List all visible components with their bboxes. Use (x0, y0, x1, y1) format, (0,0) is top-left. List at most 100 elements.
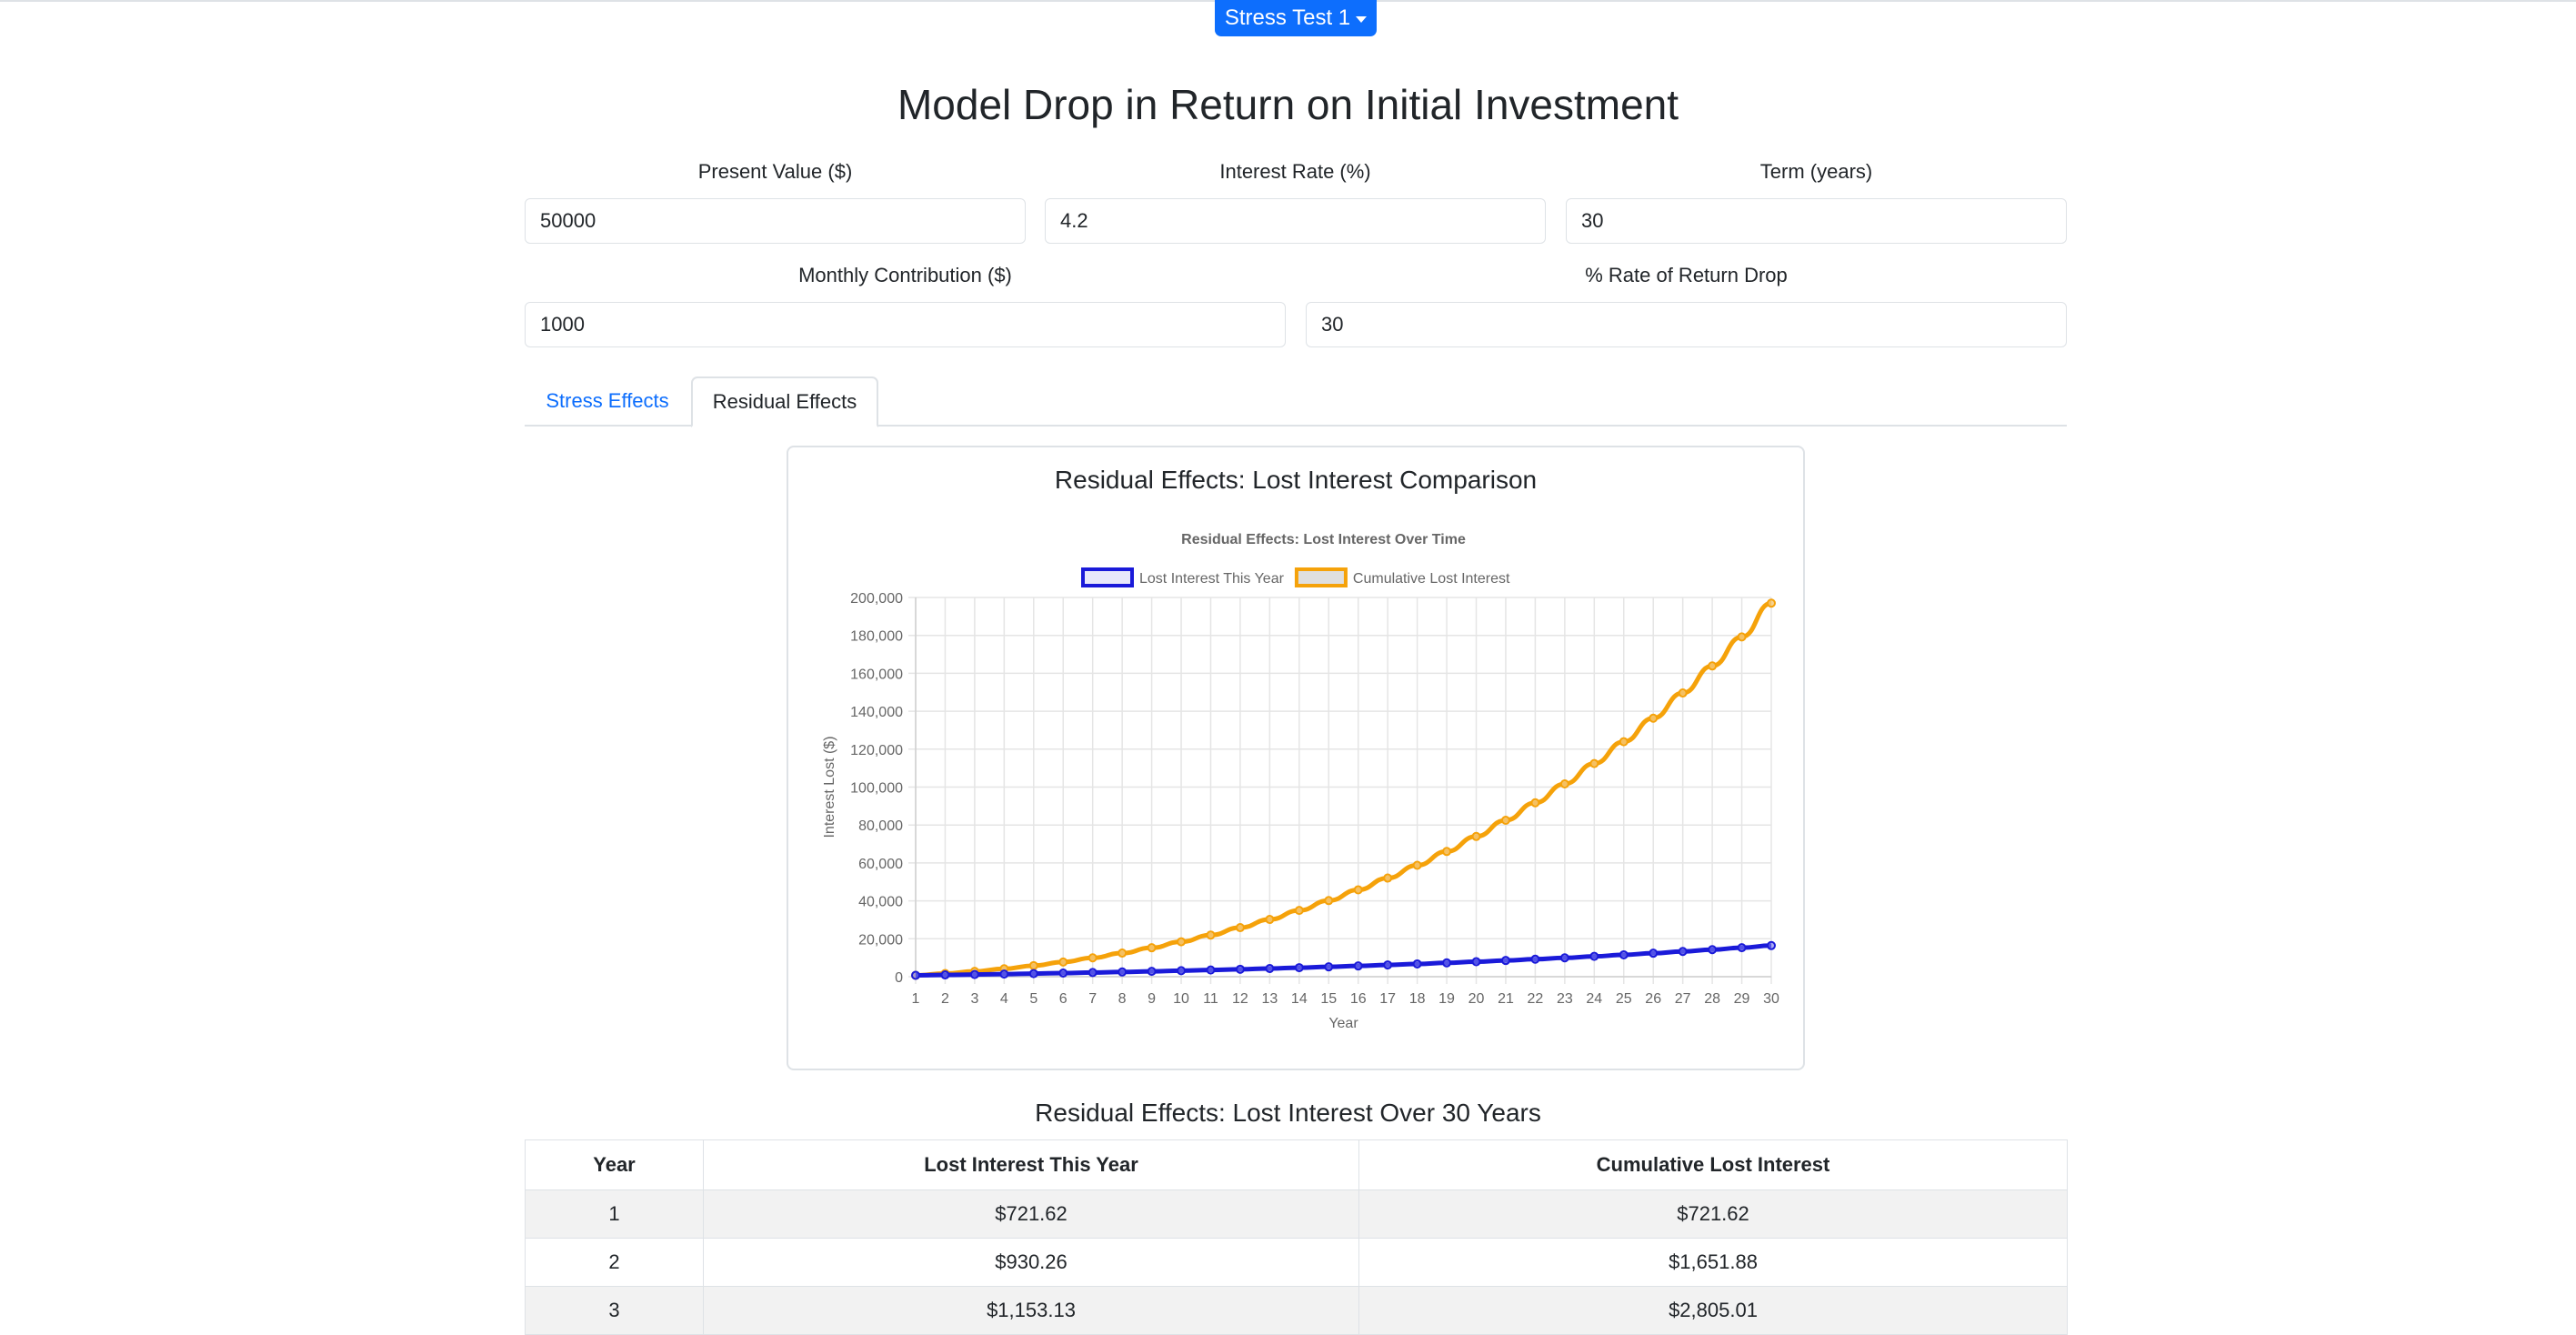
data-point (1442, 847, 1452, 857)
x-tick-label: 30 (1763, 991, 1779, 1007)
data-point (1559, 953, 1569, 963)
data-point (1206, 965, 1216, 975)
y-tick-label: 180,000 (850, 629, 903, 645)
col-header-cumulative: Cumulative Lost Interest (1358, 1139, 2068, 1190)
y-tick-label: 160,000 (850, 667, 903, 682)
x-tick-label: 10 (1173, 991, 1189, 1007)
table-header-row: Year Lost Interest This Year Cumulative … (525, 1139, 2068, 1190)
x-tick-label: 15 (1320, 991, 1337, 1007)
data-point (1324, 896, 1334, 906)
data-point (1678, 688, 1688, 698)
cell-cumulative: $2,805.01 (1358, 1286, 2068, 1335)
cell-year: 2 (525, 1238, 704, 1287)
x-tick-label: 21 (1498, 991, 1514, 1007)
data-point (1265, 963, 1275, 973)
cell-lost-interest: $1,153.13 (703, 1286, 1359, 1335)
data-point (1737, 632, 1747, 642)
cell-cumulative: $1,651.88 (1358, 1238, 2068, 1287)
data-point (1412, 959, 1422, 969)
data-point (1058, 957, 1068, 967)
data-point (1028, 960, 1038, 970)
x-tick-label: 28 (1704, 991, 1720, 1007)
data-point (1324, 962, 1334, 972)
x-tick-label: 13 (1261, 991, 1278, 1007)
stress-test-dropdown[interactable]: Stress Test 1 (1215, 0, 1377, 36)
y-tick-label: 140,000 (850, 705, 903, 720)
y-tick-label: 100,000 (850, 781, 903, 797)
cell-year: 1 (525, 1189, 704, 1239)
legend-swatch-1 (1294, 567, 1348, 587)
x-tick-label: 12 (1232, 991, 1248, 1007)
data-point (1294, 963, 1304, 973)
data-point (1118, 949, 1128, 959)
data-point (1206, 930, 1216, 940)
x-tick-label: 9 (1148, 991, 1156, 1007)
series-line-1 (915, 600, 1772, 978)
x-tick-label: 4 (1000, 991, 1008, 1007)
data-point (1383, 960, 1393, 970)
data-point (1589, 758, 1599, 768)
tab-residual-effects[interactable]: Residual Effects (691, 376, 878, 427)
x-tick-label: 2 (941, 991, 949, 1007)
legend-swatch-0 (1081, 567, 1134, 587)
x-tick-label: 20 (1468, 991, 1485, 1007)
y-tick-label: 120,000 (850, 743, 903, 758)
col-header-lost-interest: Lost Interest This Year (703, 1139, 1359, 1190)
data-point (1708, 945, 1718, 955)
stress-test-dropdown-label: Stress Test 1 (1224, 5, 1351, 30)
y-tick-label: 200,000 (850, 591, 903, 607)
legend-label-0: Lost Interest This Year (1139, 571, 1285, 587)
interest-rate-label: Interest Rate (%) (1219, 160, 1371, 183)
present-value-input[interactable] (525, 198, 1026, 244)
data-point (1767, 940, 1776, 950)
legend-label-1: Cumulative Lost Interest (1353, 571, 1510, 587)
caret-down-icon (1356, 15, 1368, 23)
monthly-contribution-input[interactable] (525, 302, 1286, 347)
data-point (1471, 957, 1481, 967)
x-tick-label: 11 (1203, 991, 1218, 1007)
x-tick-label: 19 (1438, 991, 1455, 1007)
data-point (1088, 953, 1098, 963)
x-tick-label: 29 (1734, 991, 1750, 1007)
data-point (1619, 949, 1629, 959)
interest-rate-input[interactable] (1045, 198, 1546, 244)
table-title: Residual Effects: Lost Interest Over 30 … (1035, 1099, 1541, 1127)
x-axis-label: Year (1328, 1016, 1358, 1031)
data-point (911, 970, 920, 980)
data-point (1353, 961, 1363, 971)
y-tick-label: 60,000 (858, 857, 903, 872)
x-tick-label: 5 (1029, 991, 1037, 1007)
present-value-label: Present Value ($) (697, 160, 853, 183)
cell-year: 3 (525, 1286, 704, 1335)
x-tick-label: 1 (912, 991, 920, 1007)
col-header-year: Year (525, 1139, 704, 1190)
chart-card: Residual Effects: Lost Interest Comparis… (787, 446, 1805, 1070)
x-tick-label: 7 (1088, 991, 1097, 1007)
table-row: 2 $930.26 $1,651.88 (525, 1238, 2068, 1287)
y-axis-label: Interest Lost ($) (822, 736, 837, 838)
x-tick-label: 18 (1409, 991, 1426, 1007)
cell-lost-interest: $930.26 (703, 1238, 1359, 1287)
data-point (1737, 943, 1747, 953)
data-point (1649, 949, 1659, 959)
tab-stress-effects[interactable]: Stress Effects (525, 376, 690, 426)
data-point (1265, 915, 1275, 925)
data-point (1442, 958, 1452, 968)
y-tick-label: 40,000 (858, 895, 903, 910)
data-point (1118, 967, 1128, 977)
x-tick-label: 17 (1379, 991, 1396, 1007)
data-point (1235, 964, 1245, 974)
data-point (1500, 815, 1510, 825)
x-tick-label: 25 (1616, 991, 1632, 1007)
term-input[interactable] (1566, 198, 2067, 244)
x-tick-label: 16 (1350, 991, 1367, 1007)
data-point (1177, 966, 1187, 976)
rate-drop-input[interactable] (1306, 302, 2067, 347)
data-point (1177, 937, 1187, 947)
y-tick-label: 80,000 (858, 818, 903, 834)
table-row: 3 $1,153.13 $2,805.01 (525, 1286, 2068, 1335)
x-tick-label: 3 (970, 991, 978, 1007)
page-title: Model Drop in Return on Initial Investme… (897, 81, 1679, 128)
x-tick-label: 14 (1291, 991, 1308, 1007)
data-point (1767, 598, 1776, 608)
